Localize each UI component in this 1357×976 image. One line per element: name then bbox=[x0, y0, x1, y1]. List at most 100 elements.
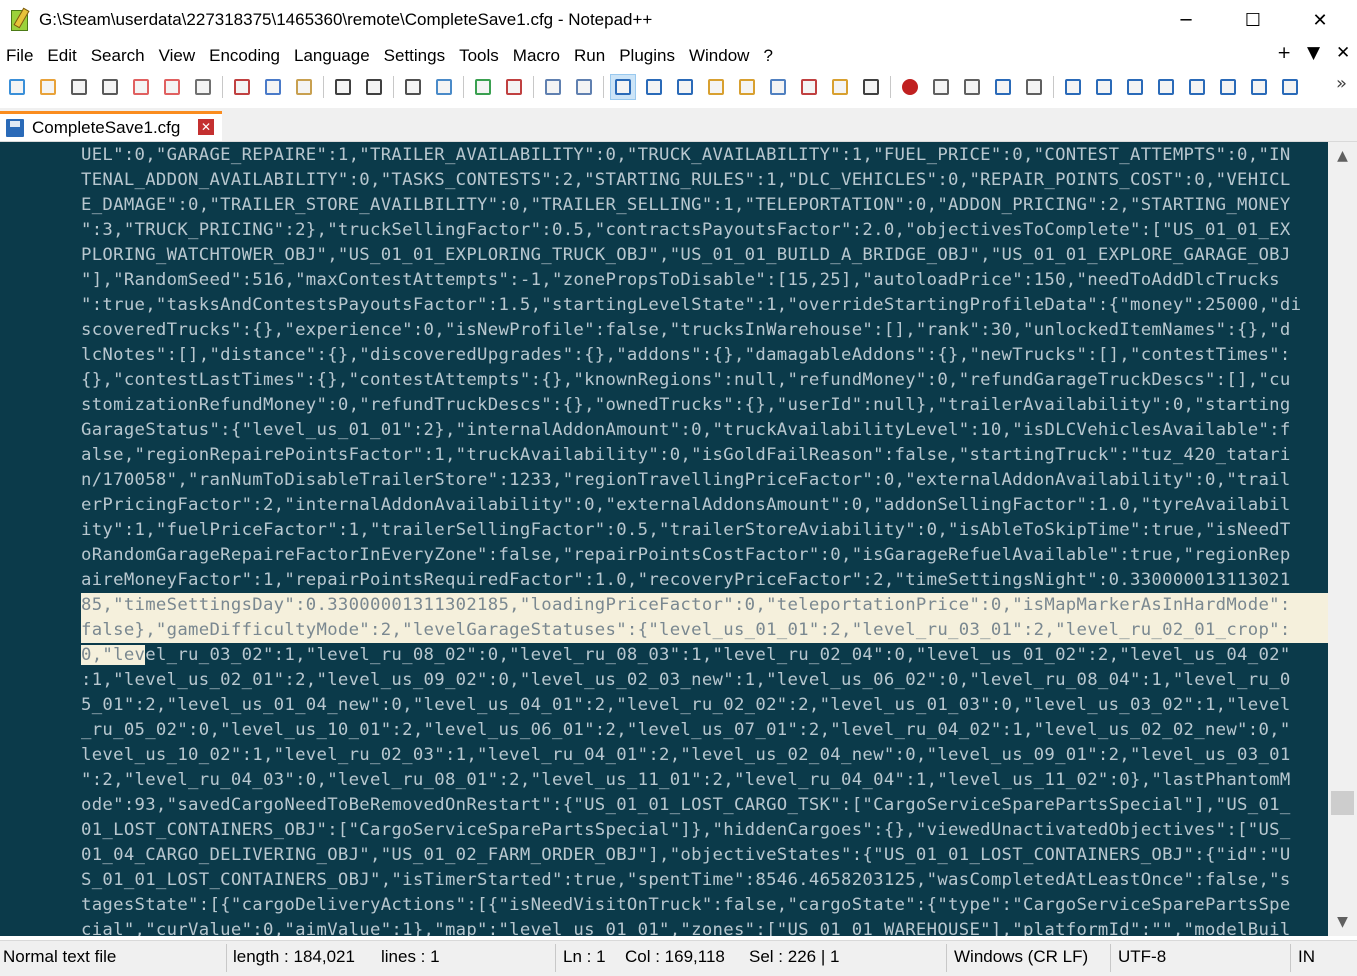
indent-guide-button[interactable] bbox=[673, 75, 697, 99]
record-macro-button[interactable] bbox=[898, 75, 922, 99]
undo-button[interactable] bbox=[331, 75, 355, 99]
text-line[interactable]: ":3,"TRUCK_PRICING":2},"truckSellingFact… bbox=[81, 218, 1328, 243]
text-line[interactable]: UEL":0,"GARAGE_REPAIRE":1,"TRAILER_AVAIL… bbox=[81, 143, 1328, 168]
close-all-button[interactable] bbox=[160, 75, 184, 99]
paste-button[interactable] bbox=[292, 75, 316, 99]
text-line[interactable]: 0,"level_ru_03_02":1,"level_ru_08_02":0,… bbox=[81, 643, 1328, 668]
text-line[interactable]: 85,"timeSettingsDay":0.33000001311302185… bbox=[81, 593, 1328, 618]
text-line[interactable]: ":2,"level_ru_04_03":0,"level_ru_08_01":… bbox=[81, 768, 1328, 793]
menu-tools[interactable]: Tools bbox=[453, 46, 507, 66]
menu-view[interactable]: View bbox=[153, 46, 204, 66]
new-file-button[interactable] bbox=[5, 75, 29, 99]
toolbar-overflow-chevron[interactable]: » bbox=[1336, 73, 1347, 94]
text-line[interactable]: 5_01":2,"level_us_01_04_new":0,"level_us… bbox=[81, 693, 1328, 718]
zoom-out-button[interactable] bbox=[502, 75, 526, 99]
print-button[interactable] bbox=[191, 75, 215, 99]
document-map-button[interactable] bbox=[735, 75, 759, 99]
save-all-button[interactable] bbox=[98, 75, 122, 99]
plugin-1-button[interactable] bbox=[1061, 75, 1085, 99]
text-line[interactable]: stomizationRefundMoney":0,"refundTruckDe… bbox=[81, 393, 1328, 418]
show-all-characters-button[interactable] bbox=[642, 75, 666, 99]
document-list-button[interactable] bbox=[766, 75, 790, 99]
text-line[interactable]: 01_04_CARGO_DELIVERING_OBJ","US_01_02_FA… bbox=[81, 843, 1328, 868]
text-line[interactable]: lcNotes":[],"distance":{},"discoveredUpg… bbox=[81, 343, 1328, 368]
new-tab-button[interactable]: + bbox=[1277, 43, 1291, 63]
status-eol[interactable]: Windows (CR LF) bbox=[954, 947, 1088, 967]
close-window-button[interactable]: ✕ bbox=[1297, 0, 1343, 40]
sync-vertical-button[interactable] bbox=[541, 75, 565, 99]
text-line[interactable]: S_01_01_LOST_CONTAINERS_OBJ","isTimerSta… bbox=[81, 868, 1328, 893]
menu-settings[interactable]: Settings bbox=[378, 46, 453, 66]
text-line[interactable]: tagesState":[{"cargoDeliveryActions":[{"… bbox=[81, 893, 1328, 918]
folder-as-workspace-button[interactable] bbox=[828, 75, 852, 99]
menu-edit[interactable]: Edit bbox=[41, 46, 84, 66]
text-line[interactable]: E_DAMAGE":0,"TRAILER_STORE_AVAILBILITY":… bbox=[81, 193, 1328, 218]
user-defined-language-button[interactable] bbox=[704, 75, 728, 99]
text-line[interactable]: ode":93,"savedCargoNeedToBeRemovedOnRest… bbox=[81, 793, 1328, 818]
close-document-button[interactable]: ✕ bbox=[1336, 43, 1350, 63]
open-file-button[interactable] bbox=[36, 75, 60, 99]
plugin-7-button[interactable] bbox=[1247, 75, 1271, 99]
menu-help[interactable]: ? bbox=[757, 46, 780, 66]
vertical-scrollbar[interactable]: ▲ ▼ bbox=[1328, 142, 1357, 936]
text-line[interactable]: alse,"regionRepairePointsFactor":1,"truc… bbox=[81, 443, 1328, 468]
menu-macro[interactable]: Macro bbox=[507, 46, 568, 66]
stop-record-button[interactable] bbox=[929, 75, 953, 99]
scroll-up-arrow[interactable]: ▲ bbox=[1328, 142, 1357, 170]
line-number-gutter[interactable] bbox=[0, 142, 81, 936]
save-button[interactable] bbox=[67, 75, 91, 99]
text-line[interactable]: n/170058","ranNumToDisableTrailerStore":… bbox=[81, 468, 1328, 493]
text-line[interactable]: level_us_10_02":1,"level_ru_02_03":1,"le… bbox=[81, 743, 1328, 768]
replace-button[interactable] bbox=[432, 75, 456, 99]
plugin-6-button[interactable] bbox=[1216, 75, 1240, 99]
monitoring-button[interactable] bbox=[859, 75, 883, 99]
close-tab-button[interactable]: ✕ bbox=[198, 119, 214, 135]
menu-file[interactable]: File bbox=[0, 46, 41, 66]
text-line[interactable]: _ru_05_02":0,"level_us_10_01":2,"level_u… bbox=[81, 718, 1328, 743]
maximize-button[interactable]: ☐ bbox=[1230, 0, 1276, 40]
scroll-down-arrow[interactable]: ▼ bbox=[1328, 908, 1357, 936]
text-area[interactable]: UEL":0,"GARAGE_REPAIRE":1,"TRAILER_AVAIL… bbox=[81, 142, 1328, 936]
text-line[interactable]: TENAL_ADDON_AVAILABILITY":0,"TASKS_CONTE… bbox=[81, 168, 1328, 193]
run-macro-multiple-button[interactable] bbox=[991, 75, 1015, 99]
text-line[interactable]: oRandomGarageRepaireFactorInEveryZone":f… bbox=[81, 543, 1328, 568]
text-line[interactable]: erPricingFactor":2,"internalAddonAvailab… bbox=[81, 493, 1328, 518]
menu-run[interactable]: Run bbox=[568, 46, 613, 66]
sync-horizontal-button[interactable] bbox=[572, 75, 596, 99]
notepad-plus-plus-icon[interactable] bbox=[9, 7, 31, 31]
tab-completesave1[interactable]: CompleteSave1.cfg ✕ bbox=[0, 111, 222, 141]
close-button[interactable] bbox=[129, 75, 153, 99]
text-line[interactable]: {},"contestLastTimes":{},"contestAttempt… bbox=[81, 368, 1328, 393]
menu-plugins[interactable]: Plugins bbox=[613, 46, 683, 66]
tab-list-dropdown[interactable]: ▼ bbox=[1307, 43, 1320, 63]
text-line[interactable]: cial","curValue":0,"aimValue":1},"map":"… bbox=[81, 918, 1328, 936]
cut-button[interactable] bbox=[230, 75, 254, 99]
redo-button[interactable] bbox=[362, 75, 386, 99]
plugin-4-button[interactable] bbox=[1154, 75, 1178, 99]
menu-encoding[interactable]: Encoding bbox=[203, 46, 288, 66]
text-line[interactable]: 01_LOST_CONTAINERS_OBJ":["CargoServiceSp… bbox=[81, 818, 1328, 843]
word-wrap-button[interactable] bbox=[610, 74, 636, 100]
copy-button[interactable] bbox=[261, 75, 285, 99]
scroll-thumb[interactable] bbox=[1331, 791, 1354, 815]
plugin-5-button[interactable] bbox=[1185, 75, 1209, 99]
text-line[interactable]: PLORING_WATCHTOWER_OBJ","US_01_01_EXPLOR… bbox=[81, 243, 1328, 268]
plugin-2-button[interactable] bbox=[1092, 75, 1116, 99]
text-line[interactable]: "],"RandomSeed":516,"maxContestAttempts"… bbox=[81, 268, 1328, 293]
text-line[interactable]: GarageStatus":{"level_us_01_01":2},"inte… bbox=[81, 418, 1328, 443]
function-list-button[interactable] bbox=[797, 75, 821, 99]
plugin-3-button[interactable] bbox=[1123, 75, 1147, 99]
text-line[interactable]: ":true,"tasksAndContestsPayoutsFactor":1… bbox=[81, 293, 1328, 318]
text-line[interactable]: ity":1,"fuelPriceFactor":1,"trailerSelli… bbox=[81, 518, 1328, 543]
menu-search[interactable]: Search bbox=[85, 46, 153, 66]
text-line[interactable]: :1,"level_us_02_01":2,"level_us_09_02":0… bbox=[81, 668, 1328, 693]
play-macro-button[interactable] bbox=[960, 75, 984, 99]
minimize-button[interactable]: ─ bbox=[1163, 0, 1209, 40]
status-mode[interactable]: IN bbox=[1298, 947, 1315, 967]
save-macro-button[interactable] bbox=[1022, 75, 1046, 99]
status-encoding[interactable]: UTF-8 bbox=[1118, 947, 1166, 967]
find-button[interactable] bbox=[401, 75, 425, 99]
menu-language[interactable]: Language bbox=[288, 46, 378, 66]
zoom-in-button[interactable] bbox=[471, 75, 495, 99]
plugin-8-button[interactable] bbox=[1278, 75, 1302, 99]
